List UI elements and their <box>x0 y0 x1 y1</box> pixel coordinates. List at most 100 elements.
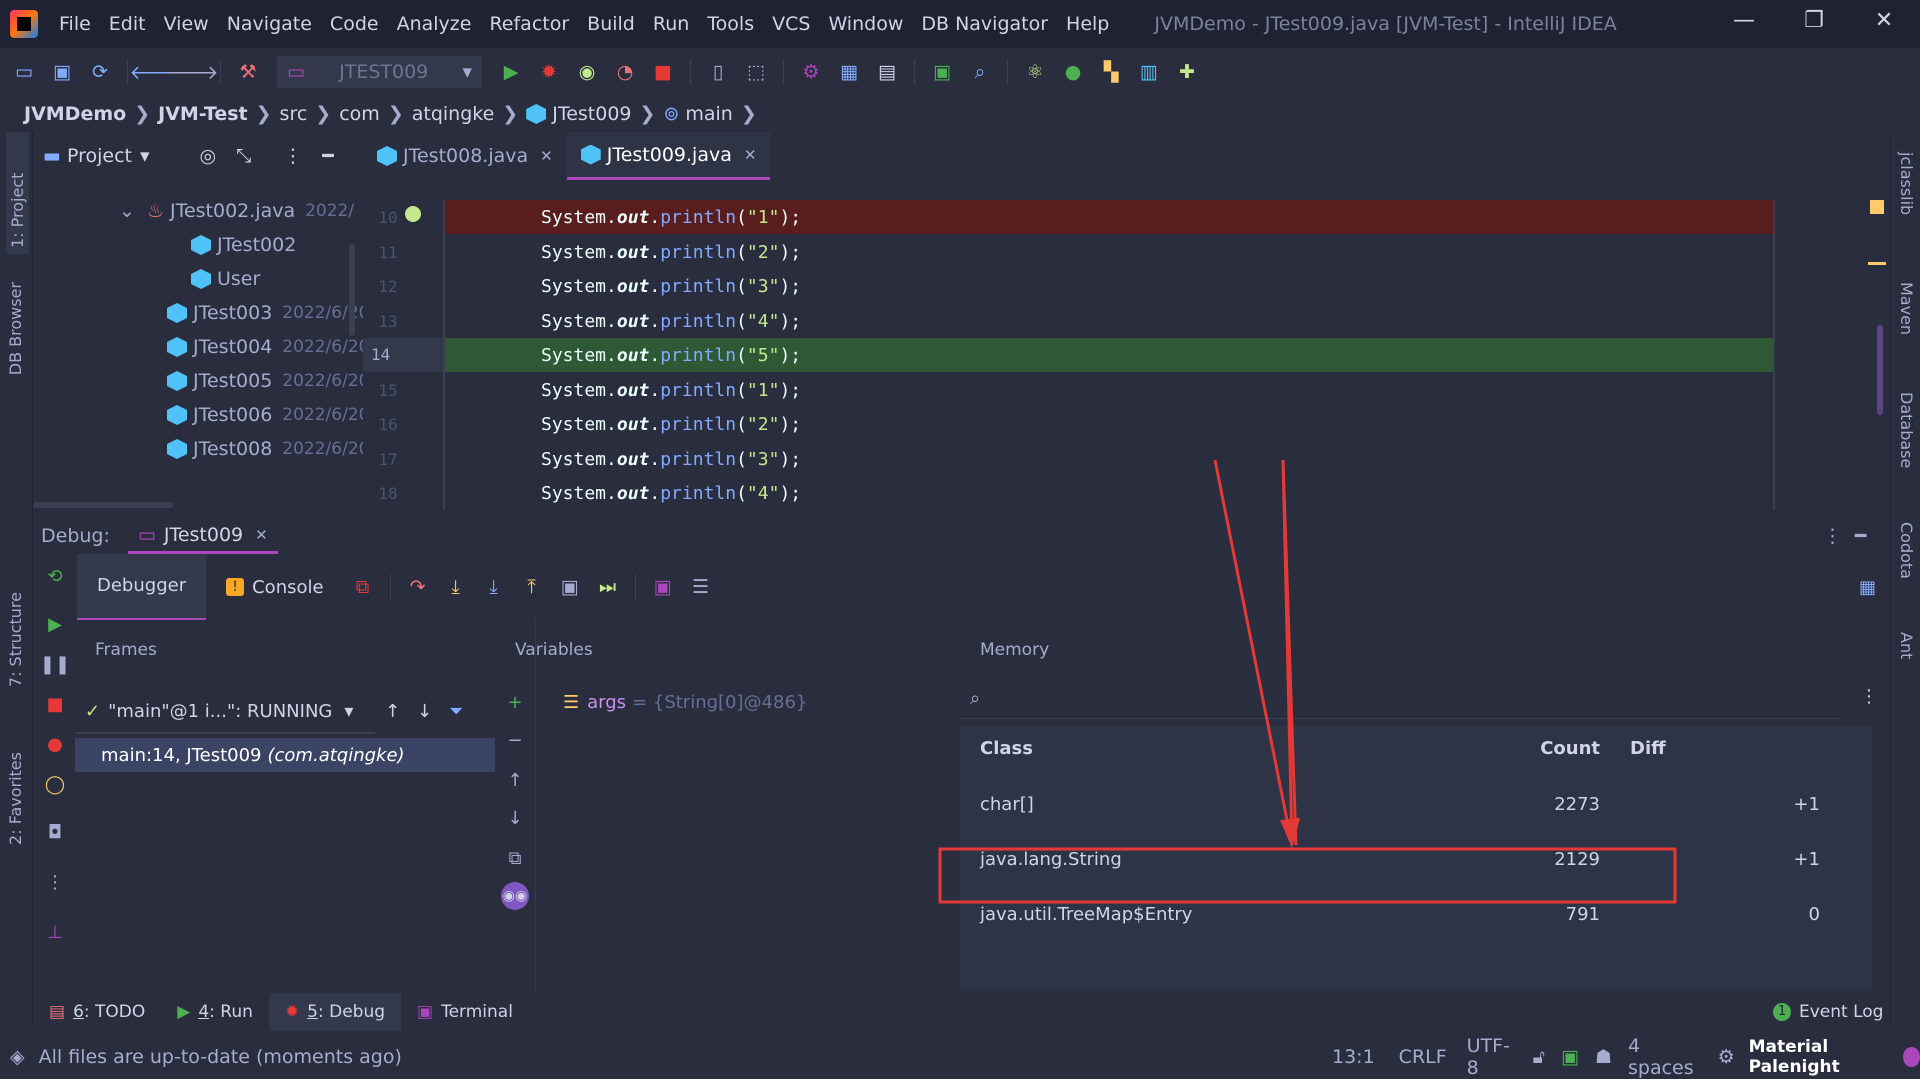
line-number[interactable]: 14 <box>363 338 451 372</box>
force-step-into-icon[interactable]: ⤓ <box>482 575 506 599</box>
tool-jclasslib[interactable]: jclasslib <box>1897 152 1916 215</box>
project-structure-icon[interactable]: ▦ <box>837 60 861 84</box>
menu-code[interactable]: Code <box>321 13 388 35</box>
variable-row[interactable]: ☰ args = {String[0]@486} <box>563 692 807 713</box>
column-header-diff[interactable]: Diff <box>1630 738 1730 759</box>
tool-database[interactable]: Database <box>1897 392 1916 468</box>
menu-navigate[interactable]: Navigate <box>218 13 321 35</box>
code-line[interactable]: System. out. println("3"); <box>443 442 1773 476</box>
arrow-down-icon[interactable]: ↓ <box>503 806 527 830</box>
tree-item[interactable]: User <box>191 260 260 298</box>
line-number[interactable]: 18 <box>363 484 413 503</box>
plugin-atom-icon[interactable]: ⚛ <box>1023 60 1047 84</box>
profile-icon[interactable]: ◔ <box>613 60 637 84</box>
plugin-blocks-icon[interactable]: ▚ <box>1099 60 1123 84</box>
tool-ant[interactable]: Ant <box>1897 632 1916 659</box>
inspector-icon[interactable]: ☗ <box>1595 1046 1612 1068</box>
menu-help[interactable]: Help <box>1057 13 1118 35</box>
breadcrumb-item[interactable]: main <box>685 103 732 125</box>
memory-table-header[interactable]: Class Count Diff <box>960 726 1872 770</box>
stop-icon[interactable]: ■ <box>43 692 67 716</box>
breadcrumb-item[interactable]: atqingke <box>412 103 495 125</box>
minimize-icon[interactable]: — <box>1724 8 1764 40</box>
tool-structure[interactable]: 7: Structure <box>6 592 25 687</box>
breadcrumb-item[interactable]: JVM-Test <box>158 103 248 125</box>
menu-build[interactable]: Build <box>578 13 644 35</box>
line-separator[interactable]: CRLF <box>1399 1046 1447 1068</box>
terminal-icon[interactable]: ▣ <box>930 60 954 84</box>
toolwindow-debug[interactable]: ✹ 5 : Debug <box>268 993 402 1031</box>
chevron-down-icon[interactable]: ▾ <box>140 145 150 167</box>
pin-icon[interactable]: ⊥ <box>43 920 67 944</box>
tree-item[interactable]: JTest006 2022/6/20 <box>167 396 369 434</box>
menu-db-navigator[interactable]: DB Navigator <box>912 13 1057 35</box>
code-line[interactable]: System. out. println("5"); <box>443 338 1773 372</box>
lock-icon[interactable]: 🔓︎ <box>1533 1046 1545 1068</box>
tab-console[interactable]: ! Console <box>206 555 343 619</box>
code-line[interactable]: System. out. println("3"); <box>443 269 1773 303</box>
close-icon[interactable]: ✕ <box>540 147 553 165</box>
arrow-up-icon[interactable]: ↑ <box>503 768 527 792</box>
plugin-chart-icon[interactable]: ▥ <box>1137 60 1161 84</box>
more-options-icon[interactable]: ⋮ <box>283 145 302 167</box>
tool-favorites[interactable]: 2: Favorites <box>6 752 25 845</box>
step-out-icon[interactable]: ⤒ <box>520 575 544 599</box>
editor-scrollbar[interactable] <box>1877 325 1883 415</box>
line-number[interactable]: 13 <box>363 312 413 331</box>
toolwindow-todo[interactable]: ▤ 6 : TODO <box>33 993 161 1031</box>
frame-row-selected[interactable]: main:14, JTest009 (com.atqingke) <box>75 738 495 772</box>
line-number[interactable]: 11 <box>363 243 413 262</box>
code-line[interactable]: System. out. println("4"); <box>443 304 1773 338</box>
caret-position[interactable]: 13:1 <box>1332 1046 1375 1068</box>
layout-settings-icon[interactable]: ▦ <box>1859 577 1876 598</box>
tree-hscrollbar[interactable] <box>33 502 173 508</box>
memory-table-row[interactable]: char[] 2273 +1 <box>960 782 1872 826</box>
close-icon[interactable]: ✕ <box>744 146 757 164</box>
plugin-circle-icon[interactable]: ● <box>1061 60 1085 84</box>
tree-item[interactable]: JTest005 2022/6/20 <box>167 362 369 400</box>
build-hammer-icon[interactable]: ⚒ <box>236 60 260 84</box>
error-stripe-mark[interactable] <box>1868 262 1886 265</box>
column-header-count[interactable]: Count <box>1440 738 1600 759</box>
tab-jtest009[interactable]: JTest009.java ✕ <box>566 132 771 180</box>
settings-gear-icon[interactable]: ⚙ <box>799 60 823 84</box>
step-over-icon[interactable]: ↷ <box>406 575 430 599</box>
filter-icon[interactable]: ⏷ <box>449 701 463 722</box>
restore-layout-icon[interactable]: ⧉ <box>351 575 375 599</box>
glasses-icon[interactable]: ◉◉ <box>501 882 529 910</box>
mute-breakpoints-icon[interactable]: ◯ <box>43 772 67 796</box>
memory-table-row[interactable]: java.lang.String 2129 +1 <box>960 837 1872 881</box>
menu-tools[interactable]: Tools <box>698 13 763 35</box>
menu-view[interactable]: View <box>155 13 218 35</box>
sdk-icon[interactable]: ⬚ <box>744 60 768 84</box>
menu-vcs[interactable]: VCS <box>763 13 819 35</box>
save-icon[interactable]: ▣ <box>50 60 74 84</box>
breadcrumb-item[interactable]: JVMDemo <box>24 103 126 125</box>
breadcrumb-item[interactable]: src <box>280 103 308 125</box>
run-icon[interactable]: ▶ <box>499 60 523 84</box>
tool-project[interactable]: 1: Project <box>6 132 29 254</box>
memory-indicator-icon[interactable]: ⚙ <box>1718 1046 1735 1068</box>
copy-icon[interactable]: ⧉ <box>503 846 527 870</box>
code-line[interactable]: System. out. println("4"); <box>443 476 1773 510</box>
collapse-icon[interactable]: ⤡ <box>236 145 251 167</box>
close-icon[interactable]: ✕ <box>1864 8 1904 40</box>
locate-target-icon[interactable]: ◎ <box>200 145 217 167</box>
code-line[interactable]: System. out. println("2"); <box>443 407 1773 441</box>
view-breakpoints-icon[interactable]: ● <box>43 732 67 756</box>
tool-maven[interactable]: Maven <box>1897 282 1916 335</box>
theme-name[interactable]: Material Palenight <box>1749 1037 1896 1077</box>
menu-file[interactable]: File <box>50 13 100 35</box>
tree-item[interactable]: JTest003 2022/6/20 <box>167 294 369 332</box>
remove-watch-icon[interactable]: − <box>503 728 527 752</box>
menu-run[interactable]: Run <box>644 13 698 35</box>
thread-selector[interactable]: ✓ "main"@1 i...": RUNNING ▾ ↑ ↓ ⏷ <box>85 694 495 728</box>
layers-icon[interactable]: ◈ <box>10 1046 25 1068</box>
code-line[interactable]: System. out. println("2"); <box>443 235 1773 269</box>
docs-icon[interactable]: ▤ <box>875 60 899 84</box>
add-watch-icon[interactable]: + <box>503 690 527 714</box>
memory-search-input[interactable]: ⌕ ⋮ <box>960 682 1878 719</box>
sync-icon[interactable]: ⟳ <box>88 60 112 84</box>
menu-window[interactable]: Window <box>819 13 912 35</box>
arrow-down-icon[interactable]: ↓ <box>417 701 432 722</box>
